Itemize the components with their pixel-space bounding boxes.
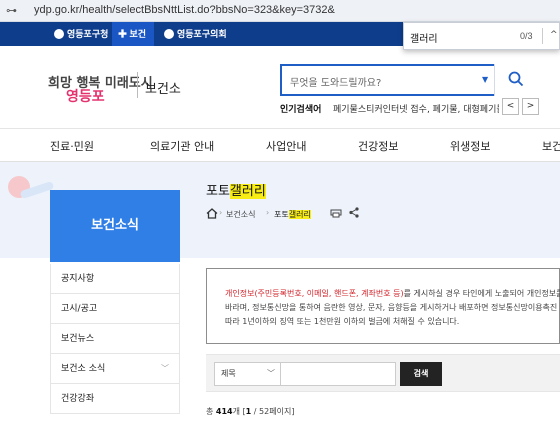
popular-prev-button[interactable]: < <box>502 98 519 115</box>
page-title: 포토갤러리 <box>206 180 266 199</box>
page-separator: / <box>253 407 257 416</box>
find-previous-icon[interactable]: ^ <box>550 30 558 40</box>
search-field-select[interactable]: 제목 ﹀ <box>214 362 282 386</box>
logo-dot-icon <box>164 29 174 39</box>
popular-keywords-label: 인기검색어 <box>280 105 322 115</box>
find-divider <box>542 28 543 44</box>
chevron-down-icon: ﹀ <box>161 364 169 373</box>
logo-divider <box>137 72 138 98</box>
nav-item-health[interactable]: 보건 <box>542 138 560 154</box>
page-current: 1 <box>245 407 252 416</box>
search-icon <box>508 71 524 87</box>
nav-item-medical-institutions[interactable]: 의료기관 안내 <box>150 138 214 154</box>
privacy-notice-text: 개인정보(주민등록번호, 이메일, 핸드폰, 계좌번호 등)를 게시하실 경우 … <box>225 287 560 329</box>
sidebar-item-label: 건강강좌 <box>61 394 95 404</box>
sidebar-item-health-lectures[interactable]: 건강강좌 <box>50 384 180 414</box>
url-text[interactable]: ydp.go.kr/health/selectBbsNttList.do?bbs… <box>34 4 335 16</box>
sidebar-title: 보건소식 <box>50 190 180 262</box>
search-dropdown-icon[interactable]: ▼ <box>482 75 488 84</box>
nav-item-treatment[interactable]: 진료·민원 <box>50 138 94 154</box>
post-count: 총 414개 [1 / 52페이지] <box>206 407 295 416</box>
sidebar-item-label: 보건뉴스 <box>61 334 95 344</box>
sidebar-item-announcements[interactable]: 고시/공고 <box>50 294 180 324</box>
page-suffix: 페이지 <box>269 407 292 416</box>
page-title-highlight: 갤러리 <box>229 184 266 199</box>
sidebar-item-label: 공지사항 <box>61 274 95 284</box>
notice-text-line1: 를 게시하실 경우 타인에게 노출되어 개인정보를 <box>403 289 560 298</box>
popular-next-button[interactable]: > <box>522 98 539 115</box>
board-search-bar: 제목 ﹀ 검색 <box>206 354 560 392</box>
notice-text-line2: 바라며, 정보통신망을 통하여 음란한 영상, 문자, 음향등을 게시하거나 배… <box>225 303 558 312</box>
sidebar-item-label: 보건소 소식 <box>61 364 106 374</box>
count-unit: 개 <box>232 407 240 416</box>
tab-health-center[interactable]: ✚ 보건소 <box>112 22 154 63</box>
page-title-prefix: 포토 <box>206 184 230 199</box>
board-search-input[interactable] <box>280 362 396 386</box>
sidebar-item-center-news[interactable]: 보건소 소식 ﹀ <box>50 354 180 384</box>
breadcrumb-current-highlight: 갤러리 <box>288 210 311 219</box>
breadcrumb-current-prefix: 포토 <box>274 210 289 219</box>
share-icon[interactable] <box>348 207 360 218</box>
print-icon[interactable] <box>330 207 342 218</box>
breadcrumb-current[interactable]: 포토갤러리 <box>274 209 311 220</box>
sidebar-menu: 공지사항 고시/공고 보건뉴스 보건소 소식 ﹀ 건강강좌 <box>50 264 180 414</box>
privacy-notice-box: 개인정보(주민등록번호, 이메일, 핸드폰, 계좌번호 등)를 게시하실 경우 … <box>206 268 560 344</box>
logo-city-name[interactable]: 영등포 <box>66 86 105 106</box>
sidebar-item-label: 고시/공고 <box>61 304 98 314</box>
board-search-button[interactable]: 검색 <box>400 362 442 386</box>
popular-keywords[interactable]: 폐기물스티커인터넷 접수, 폐기물, 대형폐기물, 대 <box>333 102 499 115</box>
find-match-count: 0/3 <box>520 31 533 41</box>
breadcrumb-item[interactable]: 보건소식 <box>226 209 255 220</box>
nav-item-health-info[interactable]: 건강정보 <box>358 138 398 154</box>
sidebar-item-notices[interactable]: 공지사항 <box>50 264 180 294</box>
find-query-input[interactable]: 갤러리 <box>410 30 438 45</box>
select-value: 제목 <box>221 369 236 378</box>
plus-icon: ✚ <box>118 29 130 39</box>
count-total: 414 <box>215 407 233 416</box>
logo-dot-icon <box>54 29 64 39</box>
tab-label: 영등포구의회 <box>177 29 227 39</box>
search-input[interactable]: 무엇을 도와드릴까요? <box>290 74 381 89</box>
find-in-page-bar: 갤러리 0/3 ^ <box>403 22 560 50</box>
page-total: 52 <box>259 407 270 416</box>
notice-text-line3: 따라 1년이하의 징역 또는 1천만원 이하의 벌금에 처해질 수 있습니다. <box>225 317 460 326</box>
tab-district-office[interactable]: 영등포구청 <box>48 22 112 46</box>
sidebar-item-health-news[interactable]: 보건뉴스 <box>50 324 180 354</box>
browser-address-bar: ⊶ ydp.go.kr/health/selectBbsNttList.do?b… <box>0 0 560 22</box>
tab-district-council[interactable]: 영등포구의회 <box>158 22 248 46</box>
tab-label: 영등포구청 <box>67 29 109 39</box>
count-label: 총 <box>206 407 214 416</box>
chevron-down-icon: ﹀ <box>267 369 275 378</box>
site-info-icon[interactable]: ⊶ <box>6 4 17 17</box>
main-navigation: 진료·민원 의료기관 안내 사업안내 건강정보 위생정보 보건 <box>0 128 560 162</box>
home-icon[interactable] <box>206 208 218 219</box>
breadcrumb-separator: › <box>219 208 223 217</box>
nav-item-sanitation[interactable]: 위생정보 <box>450 138 490 154</box>
site-name[interactable]: 보건소 <box>145 78 181 97</box>
breadcrumb-separator: › <box>266 208 270 217</box>
search-button[interactable] <box>494 64 538 96</box>
nav-item-programs[interactable]: 사업안내 <box>266 138 306 154</box>
site-search-box: 무엇을 도와드릴까요? ▼ <box>280 64 538 96</box>
notice-warning-highlight: 개인정보(주민등록번호, 이메일, 핸드폰, 계좌번호 등) <box>225 289 404 298</box>
